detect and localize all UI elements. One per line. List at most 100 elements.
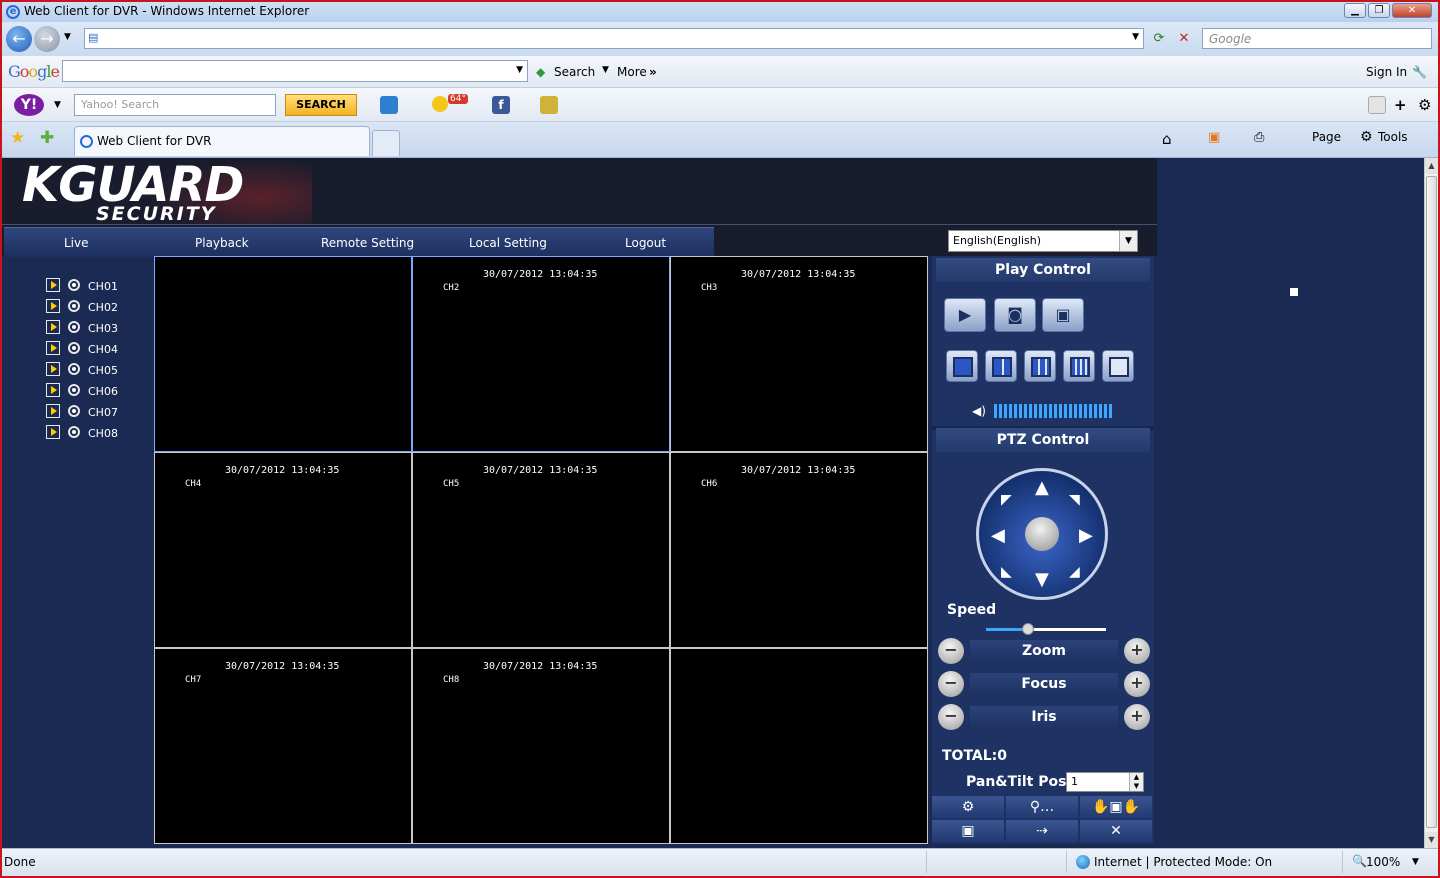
channel-play-icon[interactable] [46,341,60,355]
ptz-down-left-icon[interactable]: ◣ [1001,563,1012,581]
yahoo-search-button[interactable]: SEARCH [285,94,357,116]
zoom-out-button[interactable]: − [938,638,964,664]
video-cell[interactable]: 30/07/2012 13:04:35 CH5 [412,452,670,648]
channel-record-icon[interactable] [68,384,80,396]
url-input[interactable]: ▤ ▼ [84,28,1144,49]
menu-remote-setting[interactable]: Remote Setting [321,236,414,250]
zoom-level[interactable]: 100% [1366,855,1400,869]
ptz-up-left-icon[interactable]: ◤ [1001,491,1012,509]
settings-gear-icon[interactable]: ⚙ [1418,96,1431,114]
video-cell[interactable] [154,256,412,452]
menu-local-setting[interactable]: Local Setting [469,236,547,250]
channel-play-icon[interactable] [46,362,60,376]
channel-record-icon[interactable] [68,405,80,417]
path-icon[interactable]: ⇢ [1006,820,1078,842]
tab-web-client[interactable]: Web Client for DVR [74,126,370,156]
menu-playback[interactable]: Playback [195,236,249,250]
speaker-icon[interactable]: ◀) [972,404,986,418]
more-button[interactable]: More [617,65,647,79]
scroll-up-icon[interactable]: ▲ [1425,158,1438,174]
vertical-scrollbar[interactable]: ▲ ▼ [1424,158,1438,848]
google-dropdown-icon[interactable]: ▼ [516,65,523,75]
focus-plus-button[interactable]: + [1124,671,1150,697]
channel-play-icon[interactable] [46,425,60,439]
channel-record-icon[interactable] [68,279,80,291]
layout-9-icon[interactable] [1024,350,1056,382]
wrench-icon[interactable]: 🔧 [1412,65,1427,79]
menu-live[interactable]: Live [64,236,89,250]
google-search-input[interactable]: ▼ [62,60,528,82]
ptz-right-icon[interactable]: ▶ [1079,527,1093,545]
channel-label[interactable]: CH03 [88,322,118,335]
layout-4-icon[interactable] [985,350,1017,382]
video-cell[interactable]: 30/07/2012 13:04:35 CH3 [670,256,928,452]
security-zone[interactable]: Internet | Protected Mode: On [1094,855,1272,869]
record-video-icon[interactable]: ▣ [1042,298,1084,332]
ptz-direction-pad[interactable]: ▲ ▼ ◀ ▶ ◤ ◥ ◣ ◢ [976,468,1108,600]
channel-record-icon[interactable] [68,363,80,375]
volume-bars[interactable] [994,404,1112,418]
channel-play-icon[interactable] [46,320,60,334]
scroll-thumb[interactable] [1426,176,1437,828]
language-dropdown-icon[interactable]: ▼ [1119,231,1137,251]
maximize-button[interactable]: ❐ [1368,3,1390,18]
channel-label[interactable]: CH04 [88,343,118,356]
tools-menu[interactable]: Tools [1378,130,1408,144]
language-select[interactable]: English(English) ▼ [948,230,1138,252]
video-cell[interactable]: 30/07/2012 13:04:35 CH6 [670,452,928,648]
fullscreen-icon[interactable] [1102,350,1134,382]
print-icon[interactable]: ⎙ [1254,130,1264,145]
ptz-up-right-icon[interactable]: ◥ [1069,491,1080,509]
forward-button[interactable]: → [34,26,60,52]
refresh-icon[interactable]: ⟳ [1148,28,1170,49]
ptz-down-icon[interactable]: ▼ [1035,571,1049,589]
ptz-up-icon[interactable]: ▲ [1035,479,1049,497]
ptz-left-icon[interactable]: ◀ [991,527,1005,545]
layout-16-icon[interactable] [1063,350,1095,382]
channel-record-icon[interactable] [68,321,80,333]
channel-label[interactable]: CH06 [88,385,118,398]
sign-in-link[interactable]: Sign In [1366,65,1407,79]
minimize-button[interactable]: ▁ [1344,3,1366,18]
delete-preset-icon[interactable]: ✕ [1080,820,1152,842]
mail-icon[interactable] [380,96,398,114]
video-cell[interactable]: 30/07/2012 13:04:35 CH7 [154,648,412,844]
channel-play-icon[interactable] [46,299,60,313]
stop-icon[interactable]: ✕ [1173,28,1195,49]
weather-icon[interactable] [432,96,448,112]
layout-1-icon[interactable] [946,350,978,382]
scroll-down-icon[interactable]: ▼ [1425,832,1438,848]
channel-play-icon[interactable] [46,278,60,292]
video-cell[interactable]: 30/07/2012 13:04:35 CH8 [412,648,670,844]
preset-settings-icon[interactable]: ⚙ [932,796,1004,818]
channel-label[interactable]: CH01 [88,280,118,293]
video-cell[interactable]: 30/07/2012 13:04:35 CH2 [412,256,670,452]
add-favorites-icon[interactable]: ✚ [40,128,54,148]
channel-play-icon[interactable] [46,404,60,418]
app-icon[interactable] [540,96,558,114]
yahoo-dropdown-icon[interactable]: ▼ [54,100,61,110]
search-dropdown-icon[interactable]: ▼ [602,65,609,75]
speed-slider[interactable] [986,623,1106,635]
history-dropdown-icon[interactable]: ▼ [64,32,71,42]
browser-search-input[interactable]: Google [1202,28,1432,49]
cruise-walk-icon[interactable]: ⚲… [1006,796,1078,818]
add-icon[interactable]: + [1394,96,1407,114]
yahoo-search-input[interactable]: Yahoo! Search [74,94,276,116]
back-button[interactable]: ← [6,26,32,52]
ptz-down-right-icon[interactable]: ◢ [1069,563,1080,581]
play-icon[interactable]: ▶ [944,298,986,332]
volume-control[interactable]: ◀) [972,404,1112,418]
close-button[interactable]: ✕ [1392,3,1432,18]
save-preset-icon[interactable]: ▣ [932,820,1004,842]
page-menu[interactable]: Page [1312,130,1341,144]
iris-plus-button[interactable]: + [1124,704,1150,730]
feeds-icon[interactable]: ▣ [1208,130,1220,145]
url-dropdown-icon[interactable]: ▼ [1132,32,1139,42]
list-icon[interactable] [1368,96,1386,114]
pan-tilt-spinner-icon[interactable]: ▲ ▼ [1129,773,1143,791]
channel-record-icon[interactable] [68,426,80,438]
snapshot-camera-icon[interactable]: ◙ [994,298,1036,332]
home-icon[interactable]: ⌂ [1162,130,1172,148]
google-search-button[interactable]: Search [554,65,595,79]
